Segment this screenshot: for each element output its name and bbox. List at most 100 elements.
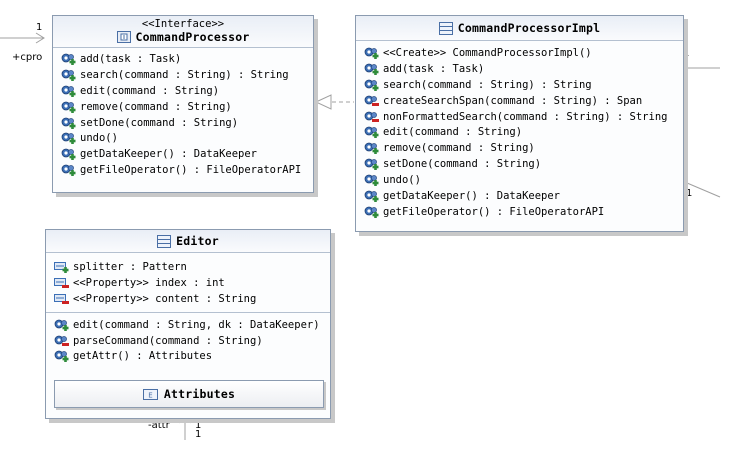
public-operation-icon xyxy=(364,47,379,59)
editor-class[interactable]: Editor splitter : Pattern <<Property>> in… xyxy=(45,229,331,419)
editor-header: Editor xyxy=(46,230,330,253)
operation-row-label: parseCommand(command : String) xyxy=(73,334,263,347)
operation-row[interactable]: remove(command : String) xyxy=(61,99,313,115)
operation-row-label: <<Create>> CommandProcessorImpl() xyxy=(383,46,592,59)
operation-row[interactable]: undo() xyxy=(364,172,683,188)
class-icon xyxy=(157,234,172,248)
public-operation-icon xyxy=(364,79,379,91)
operation-row-label: add(task : Task) xyxy=(80,52,182,65)
public-operation-icon xyxy=(364,142,379,155)
attribute-row-label: <<Property>> index : int xyxy=(73,276,225,289)
interface-icon xyxy=(116,31,131,43)
public-operation-icon xyxy=(61,101,76,113)
operation-row-label: search(command : String) : String xyxy=(80,68,289,81)
operation-row-label: search(command : String) : String xyxy=(383,78,592,91)
editor-name: Editor xyxy=(176,234,219,248)
attributes-enum-name: Attributes xyxy=(163,387,236,401)
operation-row-label: getFileOperator() : FileOperatorAPI xyxy=(80,164,302,177)
command-processor-impl-header: CommandProcessorImpl xyxy=(356,16,683,41)
private-operation-icon xyxy=(364,111,379,122)
public-operation-icon xyxy=(364,158,379,171)
public-operation-icon xyxy=(54,319,69,331)
operation-row[interactable]: parseCommand(command : String) xyxy=(54,333,330,349)
editor-operations: edit(command : String, dk : DataKeeper) p… xyxy=(46,311,330,371)
public-operation-icon xyxy=(364,190,379,202)
operation-row-label: remove(command : String) xyxy=(383,142,535,155)
operation-row[interactable]: undo() xyxy=(61,130,313,146)
operation-row-label: getDataKeeper() : DataKeeper xyxy=(80,148,258,161)
operation-row[interactable]: edit(command : String, dk : DataKeeper) xyxy=(54,317,330,333)
attribute-row-label: splitter : Pattern xyxy=(73,260,187,273)
operation-row[interactable]: setDone(command : String) xyxy=(61,115,313,131)
attribute-row[interactable]: <<Property>> content : String xyxy=(54,291,330,307)
command-processor-impl-operations: <<Create>> CommandProcessorImpl() add(tas… xyxy=(356,41,683,223)
operation-row[interactable]: getFileOperator() : FileOperatorAPI xyxy=(61,162,313,178)
cpro-multiplicity: 1 xyxy=(36,22,43,33)
public-operation-icon xyxy=(61,53,76,65)
public-operation-icon xyxy=(61,117,76,129)
cpro-role-label: +cpro xyxy=(12,52,43,63)
private-operation-icon xyxy=(364,95,379,106)
operation-row[interactable]: edit(command : String) xyxy=(61,83,313,99)
operation-row[interactable]: edit(command : String) xyxy=(364,124,683,140)
operation-row[interactable]: <<Create>> CommandProcessorImpl() xyxy=(364,45,683,61)
attribute-row-label: <<Property>> content : String xyxy=(73,292,257,305)
operation-row-label: nonFormattedSearch(command : String) : S… xyxy=(383,110,668,123)
attribute-row[interactable]: splitter : Pattern xyxy=(54,259,330,275)
public-operation-icon xyxy=(61,164,76,177)
command-processor-header: <<Interface>> CommandProcessor xyxy=(53,16,313,48)
svg-text:E: E xyxy=(148,391,152,399)
operation-row-label: undo() xyxy=(80,132,118,145)
operation-row[interactable]: search(command : String) : String xyxy=(61,67,313,83)
attribute-row[interactable]: <<Property>> index : int xyxy=(54,275,330,291)
command-processor-impl-class[interactable]: CommandProcessorImpl <<Create>> CommandP… xyxy=(355,15,684,232)
operation-row-label: undo() xyxy=(383,174,421,187)
operation-row-label: edit(command : String) xyxy=(383,126,523,139)
operation-row[interactable]: search(command : String) : String xyxy=(364,77,683,93)
public-operation-icon xyxy=(364,63,379,75)
attr-role-label: -attr xyxy=(148,420,170,431)
public-operation-icon xyxy=(54,350,69,363)
editor-attributes: splitter : Pattern <<Property>> index : i… xyxy=(46,253,330,312)
public-operation-icon xyxy=(364,126,379,139)
operation-row-label: add(task : Task) xyxy=(383,62,485,75)
class-icon xyxy=(438,21,453,35)
interface-stereotype: <<Interface>> xyxy=(141,18,225,30)
private-attribute-icon xyxy=(54,293,69,304)
enum-icon: E xyxy=(142,388,158,400)
realization-arrowhead xyxy=(314,94,332,110)
operation-row-label: setDone(command : String) xyxy=(383,158,542,171)
attr-multiplicity-2: 1 xyxy=(195,429,202,440)
command-processor-interface[interactable]: <<Interface>> CommandProcessor add(task … xyxy=(52,15,314,193)
operation-row[interactable]: getAttr() : Attributes xyxy=(54,348,330,364)
operation-row-label: getAttr() : Attributes xyxy=(73,350,213,363)
public-operation-icon xyxy=(364,174,379,187)
operation-row[interactable]: add(task : Task) xyxy=(364,61,683,77)
operation-row-label: createSearchSpan(command : String) : Spa… xyxy=(383,94,643,107)
operation-row-label: remove(command : String) xyxy=(80,100,232,113)
operation-row[interactable]: createSearchSpan(command : String) : Spa… xyxy=(364,93,683,109)
operation-row[interactable]: remove(command : String) xyxy=(364,140,683,156)
operation-row[interactable]: setDone(command : String) xyxy=(364,156,683,172)
impl-right-multiplicity-bottom: 1 xyxy=(686,188,693,199)
public-operation-icon xyxy=(364,206,379,218)
operation-row[interactable]: getDataKeeper() : DataKeeper xyxy=(61,146,313,162)
operation-row-label: setDone(command : String) xyxy=(80,116,239,129)
operation-row[interactable]: nonFormattedSearch(command : String) : S… xyxy=(364,109,683,125)
command-processor-impl-name: CommandProcessorImpl xyxy=(457,21,601,35)
operation-row[interactable]: getDataKeeper() : DataKeeper xyxy=(364,188,683,204)
operation-row-label: edit(command : String, dk : DataKeeper) xyxy=(73,318,320,331)
operation-row-label: edit(command : String) xyxy=(80,84,220,97)
public-attribute-icon xyxy=(54,261,69,273)
public-operation-icon xyxy=(61,148,76,161)
command-processor-name: CommandProcessor xyxy=(135,30,250,44)
operation-row-label: getFileOperator() : FileOperatorAPI xyxy=(383,205,605,218)
private-attribute-icon xyxy=(54,277,69,288)
public-operation-icon xyxy=(61,132,76,145)
operation-row[interactable]: getFileOperator() : FileOperatorAPI xyxy=(364,204,683,220)
command-processor-operations: add(task : Task) search(command : String)… xyxy=(53,48,313,181)
private-operation-icon xyxy=(54,335,69,346)
attributes-nested-enum[interactable]: E Attributes xyxy=(54,380,324,408)
operation-row-label: getDataKeeper() : DataKeeper xyxy=(383,189,561,202)
operation-row[interactable]: add(task : Task) xyxy=(61,51,313,67)
